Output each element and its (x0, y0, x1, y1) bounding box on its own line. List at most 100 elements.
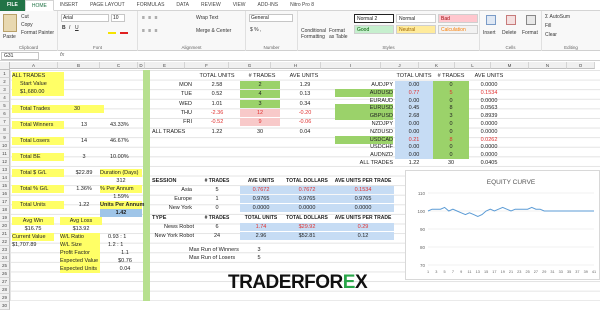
format-painter-button[interactable]: Format Painter (21, 30, 54, 36)
tab-insert[interactable]: INSERT (54, 0, 84, 11)
row-header-15[interactable]: 15 (0, 182, 10, 190)
row-header-4[interactable]: 4 (0, 94, 10, 102)
row-header-30[interactable]: 30 (0, 302, 10, 310)
column-header-m[interactable]: M (491, 62, 529, 69)
column-header-i[interactable]: I (321, 62, 381, 69)
row-header-1[interactable]: 1 (0, 70, 10, 78)
justify-icons[interactable]: ≡ ≡ ≡ (142, 28, 159, 34)
style-good[interactable]: Good (354, 25, 394, 34)
row-header-26[interactable]: 26 (0, 270, 10, 278)
equity-curve-chart[interactable]: EQUITY CURVE 110 100 90 80 70 1 3 5 7 9 11 13 15 17 19 2… (405, 170, 600, 280)
name-box[interactable]: G31 (1, 52, 39, 60)
tab-formulas[interactable]: FORMULAS (131, 0, 171, 11)
conditional-formatting-button[interactable]: Conditional Formatting (301, 28, 327, 40)
italic-button[interactable]: I (69, 25, 70, 31)
row-header-13[interactable]: 13 (0, 166, 10, 174)
number-format-dropdown[interactable]: General (249, 14, 293, 22)
autosum-button[interactable]: Σ AutoSum (545, 14, 570, 20)
copy-button[interactable]: Copy (21, 22, 33, 28)
style-neutral[interactable]: Neutral (396, 25, 436, 34)
row-header-23[interactable]: 23 (0, 246, 10, 254)
column-header-k[interactable]: K (419, 62, 455, 69)
row-header-11[interactable]: 11 (0, 150, 10, 158)
tab-file[interactable]: FILE (0, 0, 25, 11)
fill-button[interactable]: Fill (545, 23, 551, 29)
clear-button[interactable]: Clear (545, 32, 557, 38)
row-header-16[interactable]: 16 (0, 190, 10, 198)
merge-center-button[interactable]: Merge & Center (196, 28, 231, 34)
align-icons[interactable]: ≡ ≡ ≡ (142, 15, 159, 21)
style-bad[interactable]: Bad (438, 14, 478, 23)
paste-button[interactable]: Paste (3, 34, 16, 40)
column-header-f[interactable]: F (185, 62, 229, 69)
row-header-27[interactable]: 27 (0, 278, 10, 286)
font-name-dropdown[interactable]: Arial (61, 14, 109, 22)
row-header-21[interactable]: 21 (0, 230, 10, 238)
tab-home[interactable]: HOME (24, 0, 54, 11)
tab-page-layout[interactable]: PAGE LAYOUT (84, 0, 131, 11)
row-header-10[interactable]: 10 (0, 142, 10, 150)
delete-icon[interactable] (506, 15, 516, 25)
select-all-corner[interactable] (0, 62, 10, 70)
pair-row-units: 0.00 (395, 96, 433, 105)
row-header-12[interactable]: 12 (0, 158, 10, 166)
column-header-c[interactable]: C (100, 62, 138, 69)
total-units-label: Total Units (12, 201, 64, 209)
row-header-3[interactable]: 3 (0, 86, 10, 94)
row-header-17[interactable]: 17 (0, 198, 10, 206)
bold-button[interactable]: B (62, 25, 66, 31)
row-header-2[interactable]: 2 (0, 78, 10, 86)
row-header-14[interactable]: 14 (0, 174, 10, 182)
type-row-dollars: $29.92 (282, 223, 332, 231)
row-header-19[interactable]: 19 (0, 214, 10, 222)
tab-view[interactable]: VIEW (227, 0, 252, 11)
tab-data[interactable]: DATA (170, 0, 195, 11)
row-header-6[interactable]: 6 (0, 110, 10, 118)
start-value[interactable]: $1,680.00 (12, 88, 64, 96)
column-header-n[interactable]: N (529, 62, 567, 69)
delete-button[interactable]: Delete (502, 30, 516, 36)
format-icon[interactable] (526, 15, 536, 25)
row-header-20[interactable]: 20 (0, 222, 10, 230)
format-button[interactable]: Format (522, 30, 538, 36)
row-header-5[interactable]: 5 (0, 102, 10, 110)
column-header-o[interactable]: O (567, 62, 595, 69)
font-size-dropdown[interactable]: 10 (111, 14, 125, 22)
row-header-18[interactable]: 18 (0, 206, 10, 214)
insert-icon[interactable] (486, 15, 496, 25)
column-header-g[interactable]: G (229, 62, 271, 69)
row-header-22[interactable]: 22 (0, 238, 10, 246)
underline-button[interactable]: U (75, 25, 79, 31)
column-header-a[interactable]: A (10, 62, 58, 69)
cut-button[interactable]: Cut (21, 14, 29, 20)
column-header-l[interactable]: L (455, 62, 491, 69)
style-normal[interactable]: Normal (396, 14, 436, 23)
font-color-icon[interactable] (120, 32, 128, 34)
pair-row-trades: 0 (433, 81, 469, 89)
x-tick-label: 21 (509, 270, 513, 274)
column-header-b[interactable]: B (58, 62, 100, 69)
row-header-8[interactable]: 8 (0, 126, 10, 134)
fill-color-icon[interactable] (108, 32, 116, 34)
row-header-24[interactable]: 24 (0, 254, 10, 262)
insert-button[interactable]: Insert (483, 30, 496, 36)
style-normal2[interactable]: Normal 2 (354, 14, 394, 23)
row-header-28[interactable]: 28 (0, 286, 10, 294)
format-as-table-button[interactable]: Format as Table (329, 28, 351, 40)
row-header-9[interactable]: 9 (0, 134, 10, 142)
column-header-h[interactable]: H (271, 62, 321, 69)
paste-icon[interactable] (3, 14, 17, 32)
column-header-d[interactable]: D (138, 62, 145, 69)
tab-add-ins[interactable]: ADD-INS (252, 0, 285, 11)
fx-icon[interactable]: fx (60, 52, 64, 58)
style-calculation[interactable]: Calculation (438, 25, 478, 34)
row-header-7[interactable]: 7 (0, 118, 10, 126)
column-header-j[interactable]: J (381, 62, 419, 69)
column-header-e[interactable]: E (145, 62, 185, 69)
wrap-text-button[interactable]: Wrap Text (196, 15, 218, 21)
tab-review[interactable]: REVIEW (195, 0, 227, 11)
tab-nitro-pro-8[interactable]: Nitro Pro 8 (284, 0, 320, 11)
currency-icons[interactable]: $ % , (250, 27, 261, 33)
row-header-25[interactable]: 25 (0, 262, 10, 270)
pair-row-name: USDCAD (335, 135, 393, 144)
